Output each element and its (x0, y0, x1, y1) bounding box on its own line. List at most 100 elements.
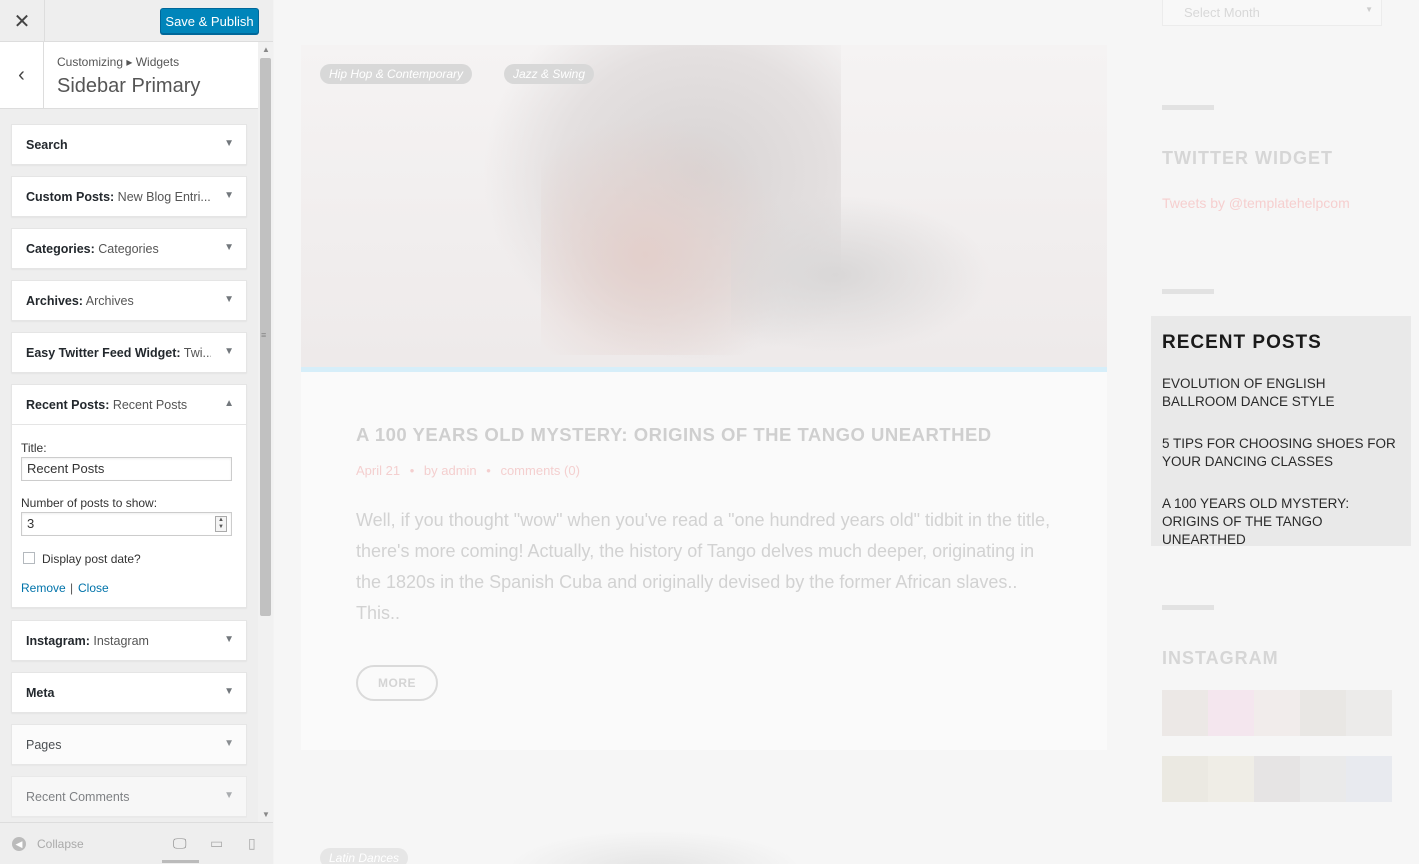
number-input[interactable]: 3 ▲ ▼ (21, 512, 232, 536)
post-tag[interactable]: Latin Dances (320, 848, 409, 864)
post-title[interactable]: A 100 YEARS OLD MYSTERY: ORIGINS OF THE … (356, 424, 992, 446)
quantity-stepper[interactable]: ▲ ▼ (215, 516, 227, 532)
scroll-up-icon[interactable]: ▲ (262, 45, 270, 54)
collapse-label[interactable]: Collapse (37, 837, 84, 851)
caret-down-icon[interactable]: ▼ (224, 634, 234, 645)
caret-down-icon[interactable]: ▼ (224, 138, 234, 149)
scrollbar[interactable]: ▲ ≡ ▼ (258, 42, 273, 822)
caret-down-icon[interactable]: ▼ (224, 242, 234, 253)
instagram-photo[interactable] (1300, 690, 1346, 736)
tablet-preview-icon[interactable]: ▭ (210, 835, 223, 852)
grip-icon: ≡ (261, 330, 267, 340)
display-date-label: Display post date? (42, 552, 141, 566)
scroll-down-icon[interactable]: ▼ (262, 810, 270, 819)
remove-link[interactable]: Remove (21, 581, 66, 595)
widget-meta[interactable]: Meta ▼ (11, 672, 247, 713)
instagram-heading: INSTAGRAM (1162, 648, 1279, 668)
widget-instagram[interactable]: Instagram: Instagram ▼ (11, 620, 247, 661)
desktop-preview-icon[interactable]: 🖵 (173, 835, 187, 852)
number-value: 3 (27, 516, 35, 531)
widget-easy-twitter-feed[interactable]: Easy Twitter Feed Widget: Twi... ▼ (11, 332, 247, 373)
caret-up-icon[interactable]: ▲ (224, 398, 234, 409)
widget-search[interactable]: Search ▼ (11, 124, 247, 165)
title-input[interactable]: Recent Posts (21, 457, 232, 481)
customizer-panel: ✕ Save & Publish ‹ Customizing ▸ Widgets… (0, 0, 273, 864)
recent-post-link[interactable]: EVOLUTION OF ENGLISH BALLROOM DANCE STYL… (1162, 375, 1402, 411)
section-header: ‹ Customizing ▸ Widgets Sidebar Primary (0, 42, 258, 109)
collapse-icon[interactable]: ◀ (12, 837, 26, 851)
archives-select-value: Select Month (1184, 5, 1260, 20)
twitter-feed-link[interactable]: Tweets by @templatehelpcom (1162, 195, 1350, 211)
widget-title: Pages (26, 738, 62, 752)
instagram-photo[interactable] (1208, 690, 1254, 736)
widget-archives[interactable]: Archives: Archives ▼ (11, 280, 247, 321)
breadcrumb: Customizing ▸ Widgets (57, 55, 180, 69)
recent-post-link[interactable]: 5 TIPS FOR CHOOSING SHOES FOR YOUR DANCI… (1162, 435, 1402, 471)
customizer-header: ✕ Save & Publish (0, 0, 273, 42)
display-date-checkbox[interactable] (23, 552, 35, 564)
caret-down-icon[interactable]: ▼ (224, 790, 234, 801)
widget-custom-posts[interactable]: Custom Posts: New Blog Entri... ▼ (11, 176, 247, 217)
widget-categories[interactable]: Categories: Categories ▼ (11, 228, 247, 269)
widget-title: Meta (26, 686, 55, 700)
post-featured-image[interactable]: Hip Hop & Contemporary Jazz & Swing (301, 45, 1107, 368)
instagram-photo[interactable] (1254, 756, 1300, 802)
caret-down-icon[interactable]: ▼ (224, 686, 234, 697)
post-tag[interactable]: Jazz & Swing (504, 64, 595, 84)
instagram-photo[interactable] (1162, 690, 1208, 736)
widget-divider (1162, 105, 1214, 110)
widget-title: Archives: Archives (26, 294, 134, 308)
link-separator: | (70, 581, 74, 595)
section-title: Sidebar Primary (57, 75, 201, 97)
save-publish-button[interactable]: Save & Publish (160, 8, 259, 34)
caret-down-icon[interactable]: ▼ (224, 294, 234, 305)
recent-post-link[interactable]: A 100 YEARS OLD MYSTERY: ORIGINS OF THE … (1162, 495, 1402, 549)
post-comments[interactable]: comments (0) (500, 463, 579, 478)
post-author[interactable]: by admin (424, 463, 477, 478)
more-button[interactable]: MORE (356, 665, 438, 701)
widget-header[interactable]: Recent Posts: Recent Posts ▲ (12, 385, 246, 425)
close-icon[interactable]: ✕ (0, 0, 45, 42)
widget-title: Categories: Categories (26, 242, 159, 256)
widget-title: Easy Twitter Feed Widget: Twi... (26, 346, 211, 360)
meta-separator: • (486, 463, 491, 478)
recent-posts-widget[interactable]: RECENT POSTS EVOLUTION OF ENGLISH BALLRO… (1151, 316, 1411, 549)
customizer-footer: ◀ Collapse 🖵 ▭ ▯ (0, 822, 273, 864)
widget-pages[interactable]: Pages ▼ (11, 724, 247, 765)
caret-down-icon[interactable]: ▼ (224, 346, 234, 357)
widget-title: Custom Posts: New Blog Entri... (26, 190, 211, 204)
title-label: Title: (21, 441, 47, 455)
instagram-photo[interactable] (1162, 756, 1208, 802)
dancers-photo-skirt (731, 195, 991, 355)
active-device-indicator (162, 860, 199, 863)
instagram-photo[interactable] (1254, 690, 1300, 736)
number-label: Number of posts to show: (21, 496, 158, 510)
widget-title: Recent Comments (26, 790, 130, 804)
chevron-left-icon[interactable]: ‹ (0, 42, 44, 108)
widget-title: Search (26, 138, 68, 152)
instagram-photo[interactable] (1346, 690, 1392, 736)
next-post-image[interactable] (504, 830, 804, 864)
post-tag[interactable]: Hip Hop & Contemporary (320, 64, 473, 84)
post-meta: April 21 • by admin • comments (0) (356, 463, 580, 478)
widget-title: Recent Posts: Recent Posts (26, 398, 188, 412)
chevron-down-icon: ▼ (1365, 5, 1373, 14)
post-excerpt: Well, if you thought "wow" when you've r… (356, 510, 1051, 623)
widget-title: Instagram: Instagram (26, 634, 149, 648)
blog-post-card: Hip Hop & Contemporary Jazz & Swing A 10… (301, 45, 1107, 750)
close-link[interactable]: Close (78, 581, 109, 595)
site-preview: Select Month ▼ Hip Hop & Contemporary Ja… (274, 0, 1419, 864)
widget-divider (1162, 605, 1214, 610)
twitter-widget-heading: TWITTER WIDGET (1162, 148, 1333, 168)
post-date[interactable]: April 21 (356, 463, 400, 478)
widget-recent-comments[interactable]: Recent Comments ▼ (11, 776, 247, 817)
archives-select[interactable]: Select Month ▼ (1162, 0, 1382, 26)
instagram-photo[interactable] (1346, 756, 1392, 802)
caret-down-icon[interactable]: ▼ (224, 190, 234, 201)
widget-recent-posts: Recent Posts: Recent Posts ▲ Title: Rece… (11, 384, 247, 608)
instagram-photo[interactable] (1300, 756, 1346, 802)
caret-down-icon[interactable]: ▼ (224, 738, 234, 749)
mobile-preview-icon[interactable]: ▯ (248, 835, 256, 852)
instagram-photo[interactable] (1208, 756, 1254, 802)
meta-separator: • (409, 463, 415, 478)
